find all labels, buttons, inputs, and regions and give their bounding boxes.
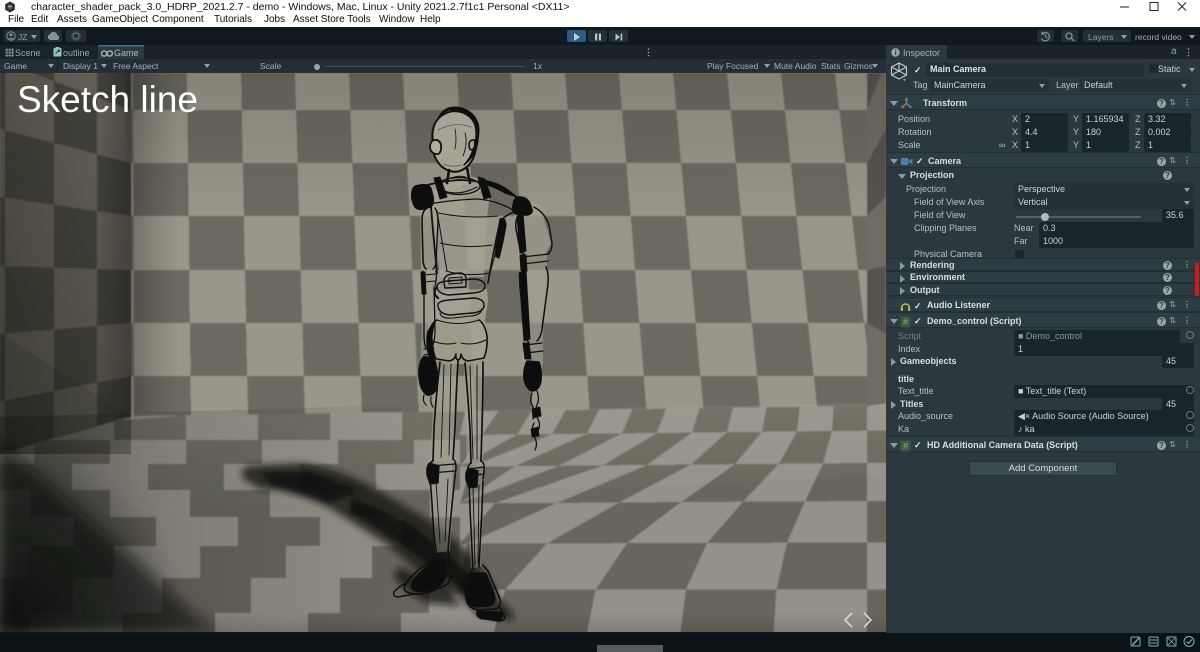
svg-text:#: # xyxy=(903,317,908,327)
svg-text:#: # xyxy=(903,441,908,451)
